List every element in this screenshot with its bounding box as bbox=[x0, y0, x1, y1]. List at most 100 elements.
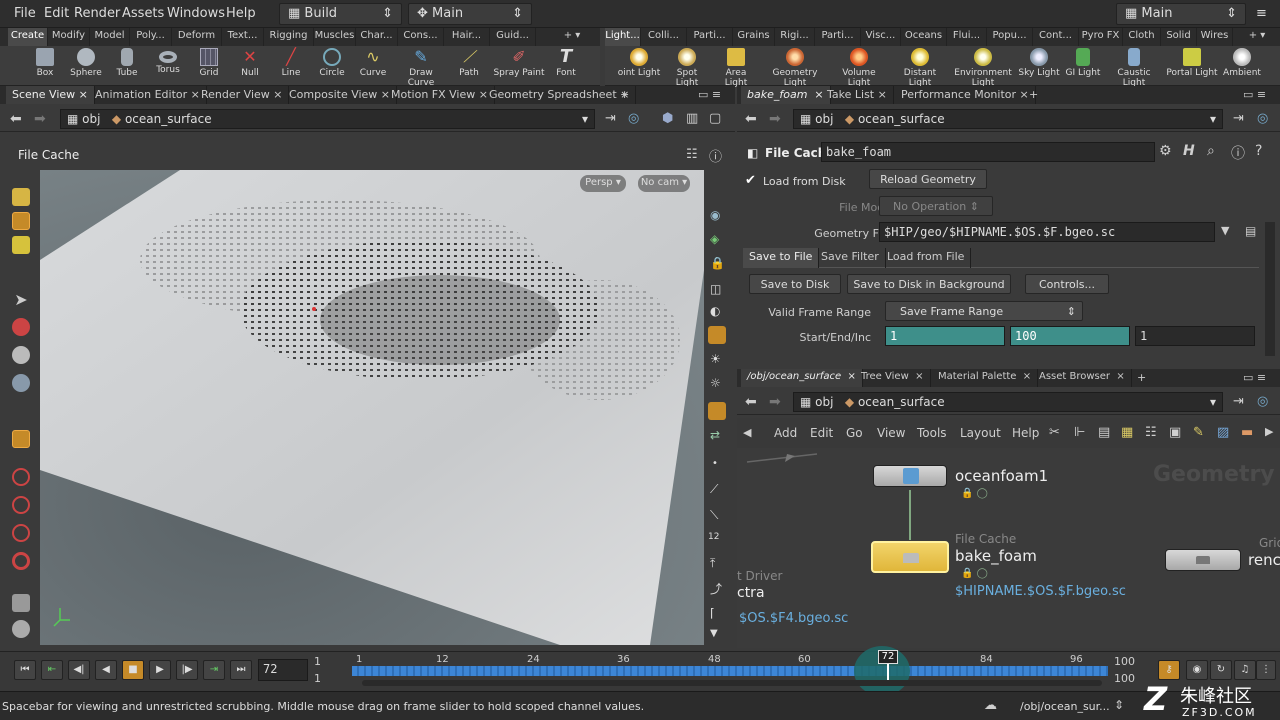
param-help-icon[interactable]: ? bbox=[1255, 143, 1262, 159]
controls-button[interactable]: Controls... bbox=[1025, 274, 1109, 294]
tool-torus[interactable]: Torus bbox=[147, 48, 189, 75]
load-from-disk-checkbox[interactable]: ✔ bbox=[745, 173, 756, 188]
light-icon[interactable]: ☀ bbox=[710, 352, 721, 366]
workspace-select[interactable]: ▦ Main ⇕ bbox=[1116, 3, 1246, 25]
shelf-tab-fluid[interactable]: Flui... bbox=[947, 28, 987, 46]
shelf-tab-particles[interactable]: Parti... bbox=[687, 28, 733, 46]
file-browse-icon[interactable]: ▤ bbox=[1245, 224, 1256, 238]
shelf-tab-solid[interactable]: Solid bbox=[1161, 28, 1197, 46]
pin-icon[interactable]: ⇥ bbox=[605, 111, 616, 126]
shelf-tab-viscous[interactable]: Visc... bbox=[861, 28, 901, 46]
param-add-tab-icon[interactable]: + bbox=[1023, 86, 1044, 104]
shelf-tab-model[interactable]: Model bbox=[90, 28, 130, 46]
note-icon[interactable]: ✎ bbox=[1193, 425, 1204, 440]
geometry-file-menu-icon[interactable]: ▼ bbox=[1221, 224, 1229, 237]
net-menu-help[interactable]: Help bbox=[1012, 426, 1039, 440]
network-collapse-icon[interactable]: ◀ bbox=[743, 426, 751, 439]
menu-render[interactable]: Render bbox=[74, 6, 120, 21]
shelf-tab-muscles[interactable]: Muscles bbox=[314, 28, 356, 46]
gear-icon[interactable]: ⚙ bbox=[1159, 143, 1172, 159]
end-frame-field[interactable]: 100 bbox=[1010, 326, 1130, 346]
tool-tube[interactable]: Tube bbox=[106, 48, 148, 78]
shelf-tab-wires[interactable]: Wires bbox=[1197, 28, 1233, 46]
tool-point-light[interactable]: oint Light bbox=[617, 48, 661, 78]
wrench-icon[interactable]: ✂ bbox=[1049, 425, 1060, 440]
jump-end-button[interactable]: ⏭ bbox=[230, 660, 252, 680]
param-link-icon[interactable]: ◎ bbox=[1257, 111, 1268, 126]
tool-sphere[interactable]: Sphere bbox=[65, 48, 107, 78]
shelf-tab-populate[interactable]: Popu... bbox=[987, 28, 1033, 46]
menu-help[interactable]: Help bbox=[226, 6, 256, 21]
jump-start-button[interactable]: ⏮ bbox=[14, 660, 36, 680]
save-to-disk-button[interactable]: Save to Disk bbox=[749, 274, 841, 294]
tab-composite-view[interactable]: Composite View × bbox=[283, 86, 398, 104]
network-pane-menu-icon[interactable]: ▭ ≡ bbox=[1237, 369, 1272, 387]
snap-prim-icon[interactable] bbox=[12, 524, 30, 542]
paint-icon[interactable] bbox=[12, 594, 30, 612]
left-add-tab-icon[interactable]: + bbox=[614, 86, 635, 104]
network-path-box[interactable]: ▦ obj ◆ ocean_surface ▾ bbox=[793, 392, 1223, 412]
prim-icon[interactable]: ⟍ bbox=[710, 508, 718, 523]
left-pane-menu-icon[interactable]: ▭ ≡ bbox=[692, 86, 727, 104]
tool-draw-curve[interactable]: ✎ Draw Curve bbox=[396, 48, 446, 89]
node-render[interactable] bbox=[1165, 549, 1241, 571]
step-forward-button[interactable]: |▶ bbox=[176, 660, 198, 680]
wire-icon[interactable]: ◫ bbox=[710, 282, 721, 296]
net-menu-go[interactable]: Go bbox=[846, 426, 863, 440]
tool-path[interactable]: ⟋ Path bbox=[448, 48, 490, 79]
tool-ambient-light[interactable]: Ambient bbox=[1219, 48, 1265, 78]
cube-view-icon[interactable]: ⬢ bbox=[662, 111, 673, 126]
shelf-icon[interactable]: ▬ bbox=[1241, 425, 1253, 440]
network-back-icon[interactable]: ⬅ bbox=[745, 394, 757, 410]
forward-arrow-icon[interactable]: ➡ bbox=[34, 111, 46, 127]
shelf-tab-oceans[interactable]: Oceans bbox=[901, 28, 947, 46]
geometry-file-field[interactable]: $HIP/geo/$HIPNAME.$OS.$F.bgeo.sc bbox=[879, 222, 1215, 242]
pointer-icon[interactable]: ➤ bbox=[12, 290, 30, 309]
select-tool-icon[interactable] bbox=[12, 188, 30, 206]
tool-font[interactable]: T Font bbox=[545, 48, 587, 79]
scale-icon[interactable] bbox=[12, 374, 30, 392]
tool-portal-light[interactable]: Portal Light bbox=[1166, 48, 1218, 78]
edge-icon[interactable]: ⟋ bbox=[710, 482, 718, 497]
save-background-button[interactable]: Save to Disk in Background bbox=[847, 274, 1011, 294]
bracket-icon[interactable]: ⌈ bbox=[710, 606, 715, 620]
tab-bake-foam[interactable]: bake_foam × bbox=[741, 86, 831, 104]
shelf-tab-create[interactable]: Create bbox=[8, 28, 48, 46]
tab-motion-fx-view[interactable]: Motion FX View × bbox=[385, 86, 495, 104]
tool-line[interactable]: ╱ Line bbox=[270, 48, 312, 79]
subtab-save-to-file[interactable]: Save to File bbox=[743, 248, 820, 268]
link-icon[interactable]: ◎ bbox=[628, 111, 639, 126]
frame-slider[interactable] bbox=[352, 666, 1108, 676]
shelf-tab-container[interactable]: Cont... bbox=[1033, 28, 1079, 46]
valid-frame-range-select[interactable]: Save Frame Range ⇕ bbox=[885, 301, 1083, 321]
left-path-box[interactable]: ▦ obj ◆ ocean_surface ▾ bbox=[60, 109, 595, 129]
subtab-save-filter[interactable]: Save Filter bbox=[815, 248, 886, 268]
param-back-icon[interactable]: ⬅ bbox=[745, 111, 757, 127]
param-pane-menu-icon[interactable]: ▭ ≡ bbox=[1237, 86, 1272, 104]
tool-gi-light[interactable]: GI Light bbox=[1061, 48, 1105, 78]
shelf-tab-poly[interactable]: Poly... bbox=[130, 28, 172, 46]
camera-menu[interactable]: Persp ▾ bbox=[580, 175, 626, 192]
param-forward-icon[interactable]: ➡ bbox=[769, 111, 781, 127]
tool-null[interactable]: ✕ Null bbox=[229, 48, 271, 79]
grid-view-icon[interactable]: ▦ bbox=[1121, 425, 1133, 440]
shelf-tab-collisions[interactable]: Colli... bbox=[641, 28, 687, 46]
tab-render-view[interactable]: Render View × bbox=[195, 86, 290, 104]
subtab-load-from-file[interactable]: Load from File bbox=[881, 248, 972, 268]
lighting-icon[interactable] bbox=[708, 326, 726, 344]
list-icon[interactable]: ▤ bbox=[1098, 425, 1110, 440]
network-more-icon[interactable]: ▶ bbox=[1265, 425, 1273, 438]
prev-key-button[interactable]: ⇤ bbox=[41, 660, 63, 680]
menu-file[interactable]: File bbox=[14, 6, 36, 21]
shelf-tab-grains[interactable]: Grains bbox=[733, 28, 775, 46]
table-icon[interactable]: ☷ bbox=[1145, 425, 1157, 440]
viewport-options-icon[interactable]: ☷ bbox=[686, 147, 698, 162]
param-path-box[interactable]: ▦ obj ◆ ocean_surface ▾ bbox=[793, 109, 1223, 129]
camera-icon[interactable] bbox=[708, 402, 726, 420]
reload-geometry-button[interactable]: Reload Geometry bbox=[869, 169, 987, 189]
tool-curve[interactable]: ∿ Curve bbox=[352, 48, 394, 79]
tool-spray-paint[interactable]: ✐ Spray Paint bbox=[492, 48, 546, 79]
tab-performance-monitor[interactable]: Performance Monitor × bbox=[895, 86, 1036, 104]
step-back-button[interactable]: ◀| bbox=[68, 660, 90, 680]
desktop-select[interactable]: ▦ Build ⇕ bbox=[279, 3, 402, 25]
